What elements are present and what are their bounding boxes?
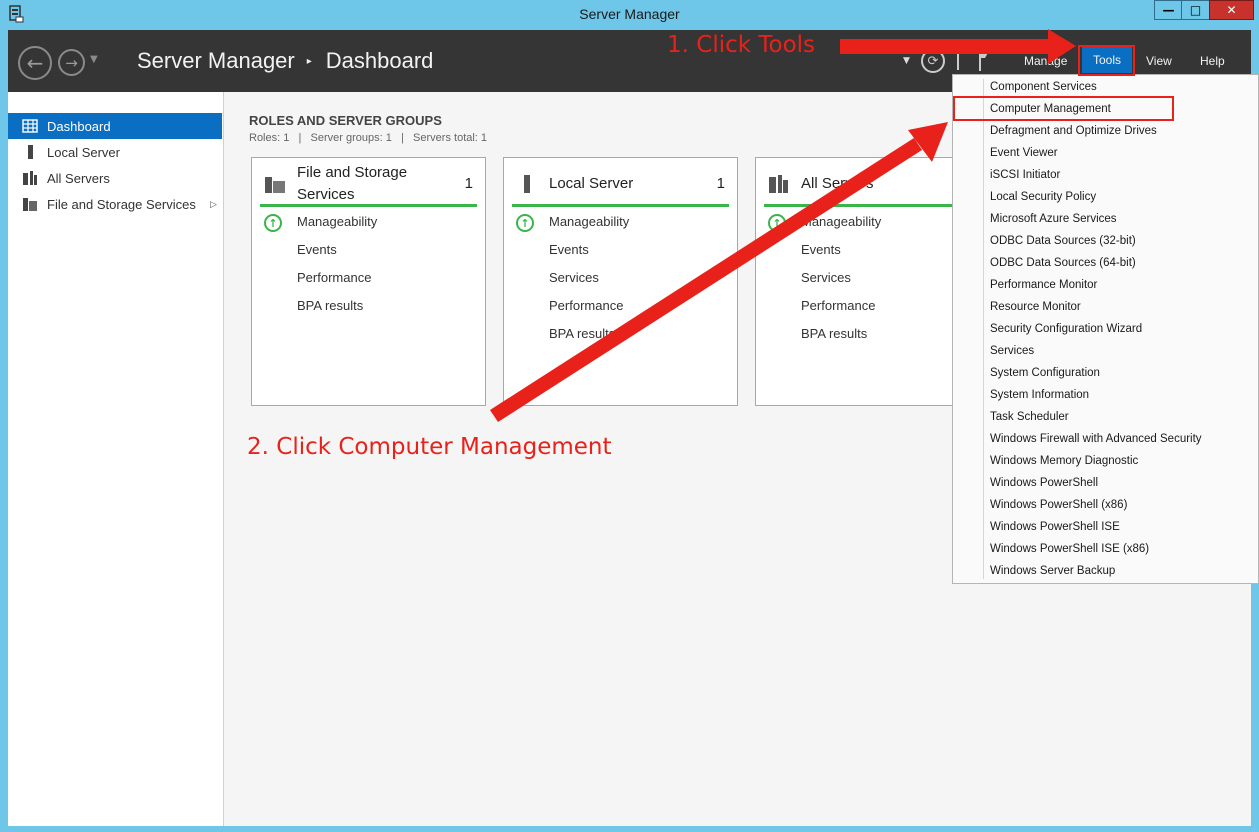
tools-menu-item-services[interactable]: Services <box>990 345 1034 357</box>
annotation-box-computer-management <box>953 96 1174 121</box>
annotation-step-1: 1. Click Tools <box>667 32 816 58</box>
card-row-performance[interactable]: Performance <box>549 298 623 313</box>
notifications-flag-icon[interactable] <box>978 48 990 72</box>
tools-menu-item-windows-powershell[interactable]: Windows PowerShell <box>990 477 1098 489</box>
status-up-icon: ↑ <box>768 214 786 232</box>
tools-menu-item-windows-powershell-x86[interactable]: Windows PowerShell (x86) <box>990 499 1127 511</box>
breadcrumb: Server Manager ▸ Dashboard <box>137 48 433 74</box>
card-count: 1 <box>716 175 725 192</box>
section-title: ROLES AND SERVER GROUPS <box>249 113 442 128</box>
card-title-line2[interactable]: Services <box>297 184 355 206</box>
server-icon <box>28 145 33 159</box>
tools-menu-item-security-configuration-wizard[interactable]: Security Configuration Wizard <box>990 323 1142 335</box>
tools-menu-item-resource-monitor[interactable]: Resource Monitor <box>990 301 1081 313</box>
menu-manage[interactable]: Manage <box>1024 54 1067 68</box>
card-status-bar <box>764 204 981 207</box>
sidebar-item-label: File and Storage Services <box>47 196 196 212</box>
tools-menu-item-odbc-data-sources-64-bit[interactable]: ODBC Data Sources (64-bit) <box>990 257 1136 269</box>
card-title[interactable]: Local Server <box>549 173 633 195</box>
title-bar: Server Manager — □ ✕ <box>0 0 1259 30</box>
sidebar-item-file-storage[interactable]: File and Storage Services ▷ <box>8 191 222 217</box>
tools-menu-item-defragment-and-optimize-drives[interactable]: Defragment and Optimize Drives <box>990 125 1157 137</box>
sidebar-item-label: Dashboard <box>47 118 111 134</box>
history-dropdown-icon[interactable]: ▼ <box>90 54 98 65</box>
card-row-events[interactable]: Events <box>801 242 841 257</box>
card-status-bar <box>512 204 729 207</box>
server-icon <box>524 175 530 193</box>
refresh-icon[interactable]: ⟳ <box>921 49 945 73</box>
back-button[interactable]: ← <box>18 46 52 80</box>
sidebar-item-label: Local Server <box>47 144 120 160</box>
card-local-server[interactable]: Local Server 1 ↑ Manageability Events Se… <box>503 157 738 406</box>
card-row-bpa[interactable]: BPA results <box>297 298 363 313</box>
tools-menu-item-event-viewer[interactable]: Event Viewer <box>990 147 1058 159</box>
card-status-bar <box>260 204 477 207</box>
tools-menu-item-performance-monitor[interactable]: Performance Monitor <box>990 279 1097 291</box>
card-row-events[interactable]: Events <box>549 242 589 257</box>
sidebar-item-local-server[interactable]: Local Server <box>8 139 222 165</box>
menu-view[interactable]: View <box>1146 54 1172 68</box>
card-row-services[interactable]: Services <box>549 270 599 285</box>
card-row-bpa[interactable]: BPA results <box>801 326 867 341</box>
card-row-bpa[interactable]: BPA results <box>549 326 615 341</box>
file-storage-icon <box>23 198 37 211</box>
servers-icon <box>769 175 788 193</box>
sidebar-item-label: All Servers <box>47 170 110 186</box>
tools-menu-item-odbc-data-sources-32-bit[interactable]: ODBC Data Sources (32-bit) <box>990 235 1136 247</box>
close-button[interactable]: ✕ <box>1209 0 1254 20</box>
sidebar-item-dashboard[interactable]: Dashboard <box>8 113 222 139</box>
window-title: Server Manager <box>579 6 680 22</box>
card-count: 1 <box>464 175 473 192</box>
dashboard-icon <box>22 119 38 133</box>
tools-menu-item-local-security-policy[interactable]: Local Security Policy <box>990 191 1096 203</box>
annotation-box-tools <box>1078 45 1135 76</box>
tools-menu-item-system-information[interactable]: System Information <box>990 389 1089 401</box>
card-row-events[interactable]: Events <box>297 242 337 257</box>
back-arrow-icon: ← <box>26 51 44 75</box>
card-title[interactable]: File and Storage <box>297 162 407 184</box>
status-up-icon: ↑ <box>264 214 282 232</box>
card-row-performance[interactable]: Performance <box>297 270 371 285</box>
minimize-button[interactable]: — <box>1154 0 1182 20</box>
tools-menu-item-windows-powershell-ise[interactable]: Windows PowerShell ISE <box>990 521 1120 533</box>
card-row-manageability[interactable]: Manageability <box>549 214 629 229</box>
header-dropdown-icon[interactable]: ▼ <box>903 56 910 66</box>
tools-menu-item-system-configuration[interactable]: System Configuration <box>990 367 1100 379</box>
menu-help[interactable]: Help <box>1200 54 1225 68</box>
maximize-button[interactable]: □ <box>1181 0 1209 20</box>
card-row-performance[interactable]: Performance <box>801 298 875 313</box>
tools-menu-item-windows-powershell-ise-x86[interactable]: Windows PowerShell ISE (x86) <box>990 543 1149 555</box>
card-title[interactable]: All Servers <box>801 173 874 195</box>
tools-menu-item-windows-firewall-with-advanced-security[interactable]: Windows Firewall with Advanced Security <box>990 433 1202 445</box>
tools-menu-item-component-services[interactable]: Component Services <box>990 81 1097 93</box>
section-summary: Roles: 1 | Server groups: 1 | Servers to… <box>249 132 488 144</box>
sidebar: Dashboard Local Server All Servers File … <box>8 92 224 826</box>
breadcrumb-separator-icon: ▸ <box>306 55 312 67</box>
tools-menu-item-task-scheduler[interactable]: Task Scheduler <box>990 411 1069 423</box>
breadcrumb-root[interactable]: Server Manager <box>137 48 295 74</box>
card-row-manageability[interactable]: Manageability <box>297 214 377 229</box>
expand-chevron-icon[interactable]: ▷ <box>210 199 217 210</box>
forward-arrow-icon: → <box>65 53 78 72</box>
annotation-step-2: 2. Click Computer Management <box>247 434 612 460</box>
tools-menu-item-windows-memory-diagnostic[interactable]: Windows Memory Diagnostic <box>990 455 1138 467</box>
forward-button[interactable]: → <box>58 49 85 76</box>
header-divider <box>957 50 959 70</box>
breadcrumb-current: Dashboard <box>325 48 434 73</box>
menu-gutter <box>983 79 984 579</box>
card-row-services[interactable]: Services <box>801 270 851 285</box>
card-row-manageability[interactable]: Manageability <box>801 214 881 229</box>
card-file-storage[interactable]: File and Storage Services 1 ↑ Manageabil… <box>251 157 486 406</box>
sidebar-item-all-servers[interactable]: All Servers <box>8 165 222 191</box>
file-storage-icon <box>265 177 285 193</box>
tools-menu-item-microsoft-azure-services[interactable]: Microsoft Azure Services <box>990 213 1117 225</box>
tools-menu-item-iscsi-initiator[interactable]: iSCSI Initiator <box>990 169 1060 181</box>
status-up-icon: ↑ <box>516 214 534 232</box>
tools-dropdown-menu: Component Services Computer Management Def… <box>952 74 1259 584</box>
servers-icon <box>23 171 37 185</box>
tools-menu-item-windows-server-backup[interactable]: Windows Server Backup <box>990 565 1115 577</box>
